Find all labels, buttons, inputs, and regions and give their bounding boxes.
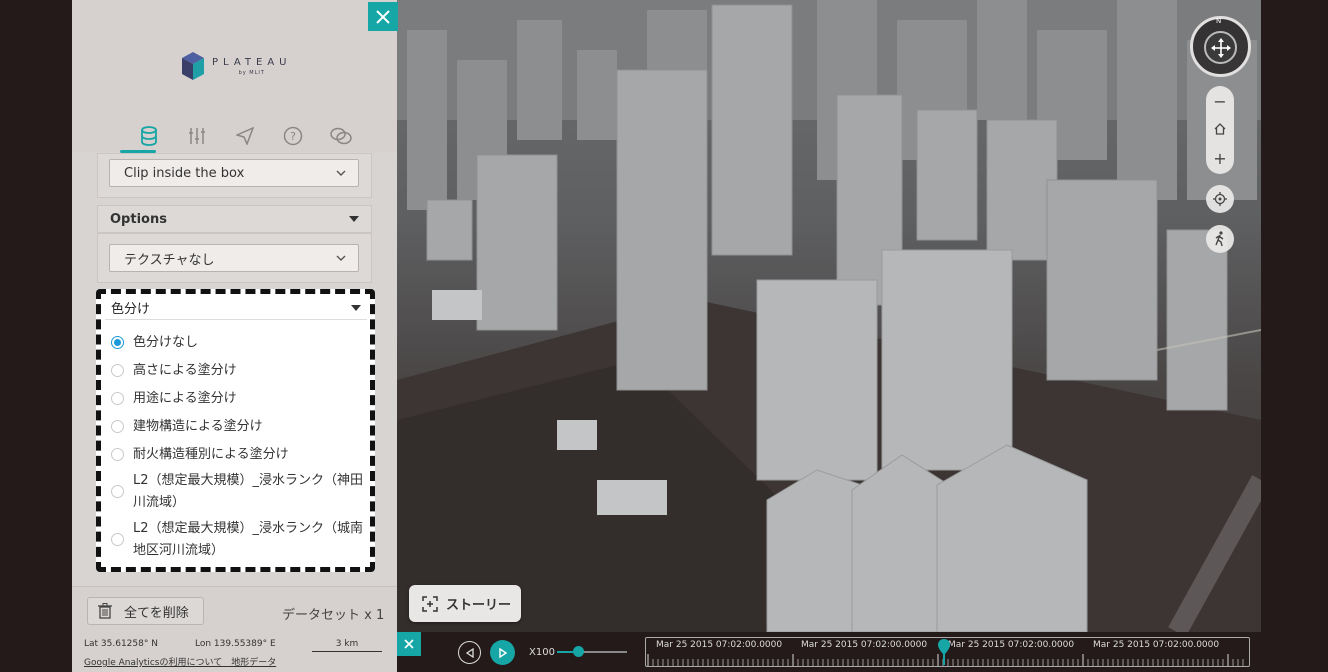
radio[interactable] <box>111 392 124 405</box>
plateau-logo-icon <box>182 52 204 80</box>
texture-select[interactable]: テクスチャなし <box>109 244 359 272</box>
status-bar: Lat 35.61258° N Lon 139.55389° E 3 km Go… <box>72 632 397 672</box>
pedestrian-mode-button[interactable] <box>1206 225 1234 253</box>
capture-icon <box>422 595 438 612</box>
tab-help[interactable]: ? <box>269 124 317 148</box>
panel-footer: 全てを削除 データセット x 1 <box>72 586 397 632</box>
rewind-button[interactable] <box>458 641 481 664</box>
close-icon <box>404 639 414 649</box>
story-button[interactable]: ストーリー <box>409 585 521 622</box>
zoom-controls: − + <box>1206 86 1234 174</box>
speed-slider[interactable] <box>557 651 627 653</box>
city-3d-view <box>397 0 1261 632</box>
options-title: Options <box>110 211 167 227</box>
radio[interactable] <box>111 533 124 546</box>
clip-select-value: Clip inside the box <box>124 165 245 181</box>
coloring-option-fireproof[interactable]: 耐火構造種別による塗分け <box>111 444 366 466</box>
radio-selected[interactable] <box>111 336 124 349</box>
timeline-label: Mar 25 2015 07:02:00.0000 <box>1093 640 1220 650</box>
coloring-option-label: L2（想定最大規模）_浸水ランク（神田川流域） <box>133 473 364 510</box>
playback-speed: X100 <box>529 647 555 658</box>
tab-feedback[interactable] <box>317 124 365 148</box>
speed-slider-handle[interactable] <box>573 646 584 657</box>
target-icon <box>1213 192 1227 206</box>
coloring-option-flood-kanda[interactable]: L2（想定最大規模）_浸水ランク（神田川流域） <box>111 470 366 514</box>
delete-all-button[interactable]: 全てを削除 <box>87 597 204 625</box>
timeline-handle[interactable] <box>938 639 950 665</box>
longitude-readout: Lon 139.55389° E <box>195 639 276 649</box>
radio[interactable] <box>111 364 124 377</box>
app-root: PLATEAU by MLIT ? Clip inside the box Op… <box>0 0 1328 672</box>
timeline-label: Mar 25 2015 07:02:00.0000 <box>801 640 928 650</box>
story-label: ストーリー <box>446 598 512 613</box>
brand-name: PLATEAU <box>212 56 292 68</box>
play-icon <box>498 647 507 658</box>
tab-share[interactable] <box>221 124 269 148</box>
map-viewport[interactable] <box>397 0 1261 632</box>
coloring-option-none[interactable]: 色分けなし <box>111 332 366 354</box>
clip-select[interactable]: Clip inside the box <box>109 159 359 187</box>
coloring-option-label: 色分けなし <box>133 335 199 350</box>
play-button[interactable] <box>490 640 515 665</box>
caret-down-icon <box>349 216 359 222</box>
move-icon <box>1210 37 1231 58</box>
dataset-count: データセット x 1 <box>282 608 385 623</box>
caret-down-icon <box>351 304 361 311</box>
panel-header: PLATEAU by MLIT ? <box>72 0 398 153</box>
timeline-bar: X100 Mar 25 2015 07:02:00.0000 Mar 25 20… <box>397 632 1261 672</box>
coloring-option-flood-jonan[interactable]: L2（想定最大規模）_浸水ランク（城南地区河川流域） <box>111 518 366 562</box>
svg-text:?: ? <box>290 130 296 143</box>
timeline-label: Mar 25 2015 07:02:00.0000 <box>656 640 783 650</box>
panel-tabs: ? <box>125 124 365 148</box>
timeline-close-button[interactable] <box>397 632 421 656</box>
plateau-logo: PLATEAU by MLIT <box>182 52 291 80</box>
walk-icon <box>1215 231 1224 247</box>
home-icon <box>1214 123 1226 135</box>
pan-control[interactable] <box>1204 31 1237 64</box>
close-panel-button[interactable] <box>368 2 398 31</box>
footer-links[interactable]: Google Analyticsの利用について 地形データ <box>84 655 276 668</box>
database-icon <box>141 126 157 146</box>
radio[interactable] <box>111 485 124 498</box>
tab-data[interactable] <box>125 124 173 148</box>
trash-icon <box>98 603 112 619</box>
zoom-in-button[interactable]: + <box>1206 147 1234 169</box>
chat-icon <box>330 127 352 145</box>
coloring-header[interactable]: 色分け <box>105 296 367 320</box>
coloring-option-height[interactable]: 高さによる塗分け <box>111 360 366 382</box>
coloring-option-usage[interactable]: 用途による塗分け <box>111 388 366 410</box>
chevron-down-icon <box>336 255 346 261</box>
locate-button[interactable] <box>1206 185 1234 213</box>
scale-bar: 3 km <box>312 639 382 652</box>
radio[interactable] <box>111 420 124 433</box>
coloring-option-label: 高さによる塗分け <box>133 363 237 378</box>
brand-sub: by MLIT <box>238 69 265 76</box>
send-icon <box>236 127 254 145</box>
coloring-section: 色分け 色分けなし 高さによる塗分け 用途による塗分け 建物構造による塗分け 耐… <box>96 289 375 572</box>
coloring-option-structure[interactable]: 建物構造による塗分け <box>111 416 366 438</box>
sliders-icon <box>189 128 205 144</box>
delete-all-label: 全てを削除 <box>124 605 189 621</box>
coloring-option-label: 耐火構造種別による塗分け <box>133 447 289 462</box>
texture-select-value: テクスチャなし <box>124 252 215 268</box>
latitude-readout: Lat 35.61258° N <box>84 639 158 649</box>
chevron-down-icon <box>336 170 346 176</box>
coloring-option-label: L2（想定最大規模）_浸水ランク（城南地区河川流域） <box>133 521 364 558</box>
timeline-label: Mar 25 2015 07:02:00.0000 <box>948 640 1075 650</box>
help-icon: ? <box>283 126 303 146</box>
coloring-option-label: 建物構造による塗分け <box>133 419 263 434</box>
coloring-option-label: 用途による塗分け <box>133 391 237 406</box>
compass-north-label: N <box>1216 17 1222 25</box>
play-reverse-icon <box>465 647 474 658</box>
home-button[interactable] <box>1206 118 1234 140</box>
tab-settings[interactable] <box>173 124 221 148</box>
options-header[interactable]: Options <box>97 205 372 233</box>
coloring-title: 色分け <box>111 302 151 317</box>
radio[interactable] <box>111 448 124 461</box>
data-panel: PLATEAU by MLIT ? Clip inside the box Op… <box>72 0 398 632</box>
zoom-out-button[interactable]: − <box>1206 90 1234 112</box>
close-icon <box>376 9 390 24</box>
